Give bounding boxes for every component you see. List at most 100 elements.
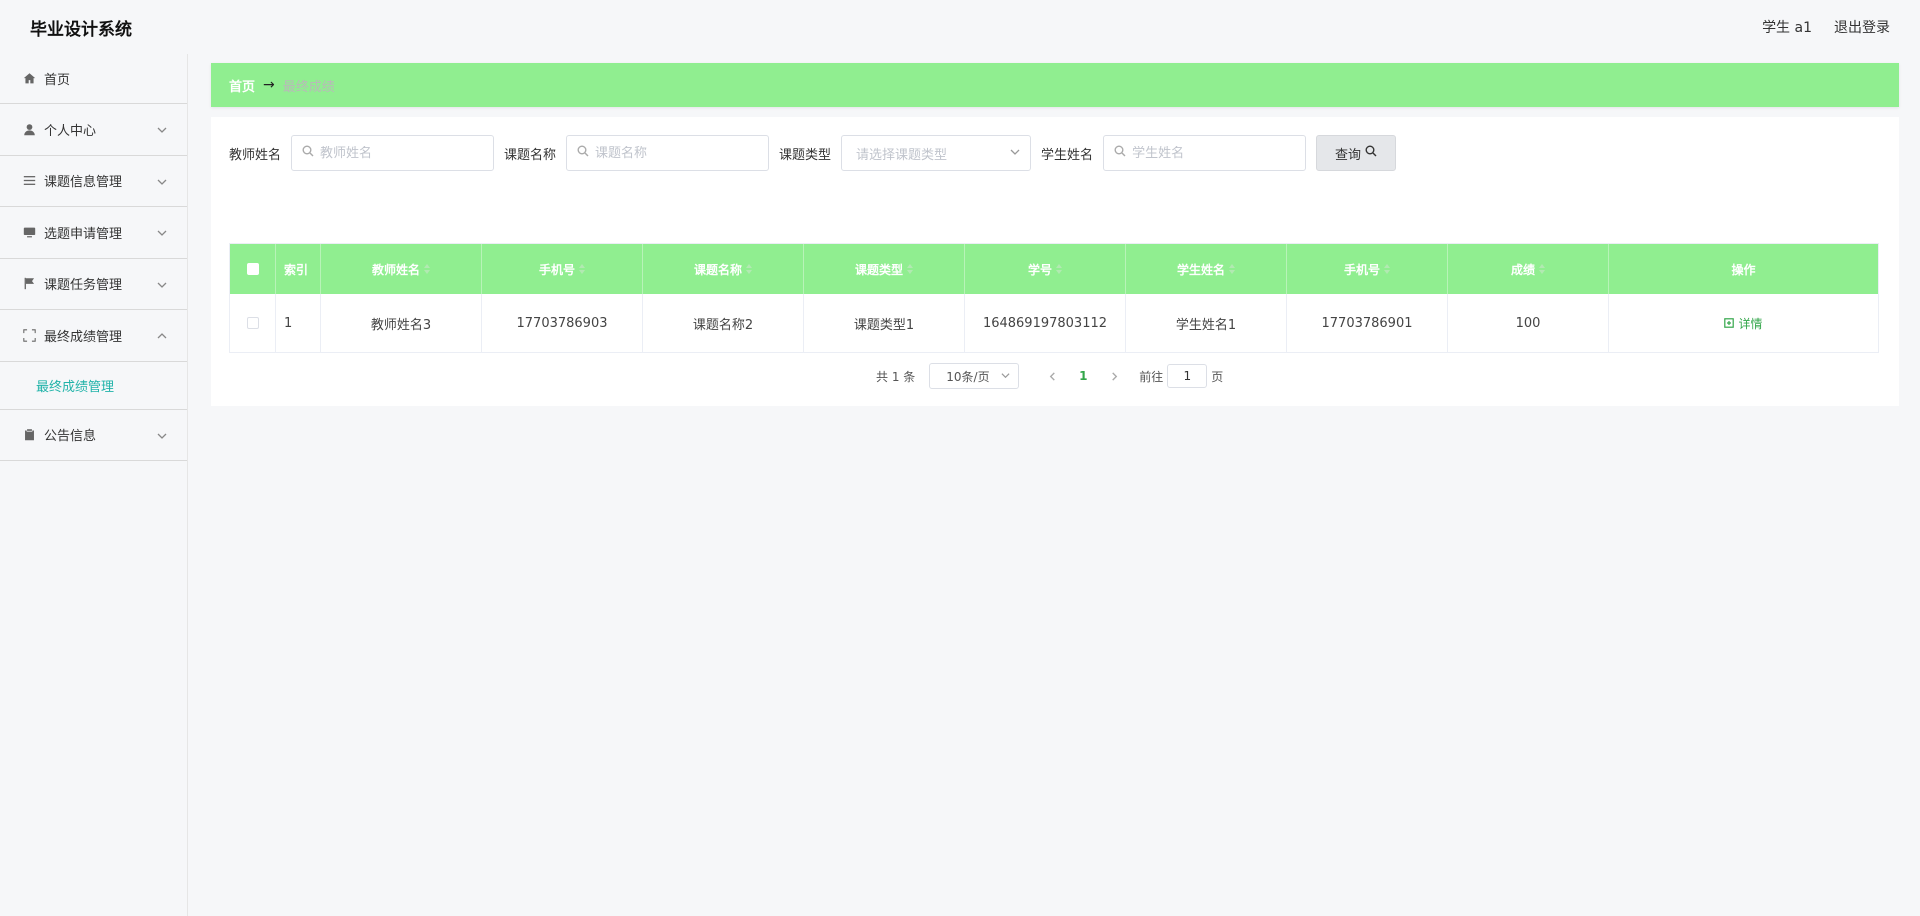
topic-name-field[interactable] bbox=[566, 135, 770, 171]
header-label: 手机号 bbox=[1343, 262, 1380, 277]
student-name-input[interactable] bbox=[1132, 145, 1293, 161]
header-index: 索引 bbox=[276, 244, 321, 294]
chevron-down-icon bbox=[157, 176, 167, 186]
breadcrumb: 首页 → 最终成绩 bbox=[211, 63, 1899, 107]
page-size-select[interactable]: 10条/页 bbox=[929, 363, 1020, 389]
header-topic-type[interactable]: 课题类型 bbox=[804, 244, 965, 294]
list-icon bbox=[22, 174, 36, 188]
header-teacher-name[interactable]: 教师姓名 bbox=[321, 244, 482, 294]
header-score[interactable]: 成绩 bbox=[1448, 244, 1609, 294]
header-label: 操作 bbox=[1731, 262, 1756, 277]
header-actions: 学生 a1 退出登录 bbox=[1762, 17, 1890, 37]
sidebar-item-label: 最终成绩管理 bbox=[44, 329, 123, 345]
table-row: 1 教师姓名3 17703786903 课题名称2 课题类型1 16486919… bbox=[230, 294, 1878, 352]
cell-teacher-name: 教师姓名3 bbox=[321, 294, 482, 352]
sidebar-item-personal-center[interactable]: 个人中心 bbox=[0, 104, 187, 156]
sort-icon[interactable] bbox=[746, 264, 752, 274]
header-teacher-phone[interactable]: 手机号 bbox=[482, 244, 643, 294]
sort-icon[interactable] bbox=[1384, 264, 1390, 274]
sidebar-item-topic-application[interactable]: 选题申请管理 bbox=[0, 207, 187, 259]
app-title: 毕业设计系统 bbox=[30, 19, 132, 40]
student-name-field[interactable] bbox=[1103, 135, 1307, 171]
current-user[interactable]: 学生 a1 bbox=[1762, 17, 1812, 37]
sidebar-item-label: 个人中心 bbox=[44, 123, 97, 139]
teacher-name-input[interactable] bbox=[320, 145, 481, 161]
chevron-down-icon bbox=[1001, 369, 1010, 383]
header-label: 教师姓名 bbox=[371, 262, 420, 277]
topic-type-select[interactable]: 请选择课题类型 bbox=[841, 135, 1032, 171]
detail-button[interactable]: 详情 bbox=[1724, 315, 1763, 332]
sort-icon[interactable] bbox=[1539, 264, 1545, 274]
sidebar-item-label: 首页 bbox=[44, 73, 71, 88]
search-form: 教师姓名 课题名称 课题类型 请选择课题类型 学生姓名 查询 bbox=[229, 135, 1397, 171]
next-page-button[interactable] bbox=[1099, 371, 1129, 381]
topic-name-label: 课题名称 bbox=[504, 147, 557, 163]
goto-label: 前往 bbox=[1139, 369, 1164, 384]
sidebar-item-announcements[interactable]: 公告信息 bbox=[0, 410, 187, 461]
page-jump-input[interactable] bbox=[1167, 364, 1208, 388]
topic-name-input[interactable] bbox=[595, 145, 756, 161]
chevron-down-icon bbox=[157, 430, 167, 440]
teacher-name-label: 教师姓名 bbox=[229, 147, 282, 163]
sidebar-item-label: 课题信息管理 bbox=[44, 175, 123, 191]
header-label: 学生姓名 bbox=[1176, 262, 1225, 277]
table-body: 1 教师姓名3 17703786903 课题名称2 课题类型1 16486919… bbox=[230, 294, 1878, 352]
page-size-value: 10条/页 bbox=[946, 369, 990, 384]
header-label: 学号 bbox=[1027, 262, 1052, 277]
header-student-id[interactable]: 学号 bbox=[965, 244, 1126, 294]
header-label: 成绩 bbox=[1510, 262, 1535, 277]
flag-icon bbox=[22, 277, 36, 291]
table-header: 索引 教师姓名 手机号 课题名称 课题类型 学号 学生姓名 手机号 成绩 操作 bbox=[230, 244, 1878, 294]
pagination-total: 共 1 条 bbox=[876, 369, 916, 384]
chevron-down-icon bbox=[157, 227, 167, 237]
prev-page-button[interactable] bbox=[1037, 371, 1067, 381]
header-student-name[interactable]: 学生姓名 bbox=[1126, 244, 1287, 294]
header-label: 课题类型 bbox=[854, 262, 903, 277]
header-label: 课题名称 bbox=[693, 262, 742, 277]
sidebar-item-home[interactable]: 首页 bbox=[0, 54, 187, 104]
search-icon bbox=[1114, 145, 1126, 161]
cell-index: 1 bbox=[276, 294, 321, 352]
select-all-checkbox[interactable] bbox=[246, 263, 259, 275]
clipboard-icon bbox=[22, 428, 36, 442]
submenu-final-score-management[interactable]: 最终成绩管理 bbox=[0, 362, 187, 410]
content-panel: 教师姓名 课题名称 课题类型 请选择课题类型 学生姓名 查询 索引 教 bbox=[211, 117, 1899, 406]
sidebar-item-topic-task[interactable]: 课题任务管理 bbox=[0, 259, 187, 310]
cell-topic-name: 课题名称2 bbox=[643, 294, 804, 352]
score-table: 索引 教师姓名 手机号 课题名称 课题类型 学号 学生姓名 手机号 成绩 操作 … bbox=[229, 243, 1879, 353]
header-student-phone[interactable]: 手机号 bbox=[1287, 244, 1448, 294]
sidebar-item-final-score[interactable]: 最终成绩管理 bbox=[0, 310, 187, 362]
teacher-name-field[interactable] bbox=[291, 135, 495, 171]
sort-icon[interactable] bbox=[1229, 264, 1235, 274]
breadcrumb-arrow-icon: → bbox=[263, 77, 275, 93]
logout-button[interactable]: 退出登录 bbox=[1834, 17, 1890, 37]
cell-teacher-phone: 17703786903 bbox=[482, 294, 643, 352]
top-header: 毕业设计系统 学生 a1 退出登录 bbox=[0, 0, 1920, 54]
home-icon bbox=[22, 72, 36, 86]
pagination: 共 1 条 10条/页 1 前往 页 bbox=[876, 363, 1223, 389]
query-button[interactable]: 查询 bbox=[1316, 135, 1397, 171]
monitor-icon bbox=[22, 225, 36, 239]
sort-icon[interactable] bbox=[424, 264, 430, 274]
breadcrumb-current: 最终成绩 bbox=[282, 79, 335, 95]
header-topic-name[interactable]: 课题名称 bbox=[643, 244, 804, 294]
search-icon bbox=[302, 145, 314, 161]
row-checkbox[interactable] bbox=[246, 317, 259, 329]
sort-icon[interactable] bbox=[907, 264, 913, 274]
sidebar-item-topic-info[interactable]: 课题信息管理 bbox=[0, 156, 187, 207]
user-icon bbox=[22, 122, 36, 136]
breadcrumb-home[interactable]: 首页 bbox=[229, 76, 255, 95]
sort-icon[interactable] bbox=[579, 264, 585, 274]
search-icon bbox=[1361, 145, 1377, 161]
cell-score: 100 bbox=[1448, 294, 1609, 352]
chevron-left-icon bbox=[1049, 371, 1055, 381]
search-icon bbox=[577, 145, 589, 161]
detail-label: 详情 bbox=[1738, 316, 1763, 331]
header-actions: 操作 bbox=[1609, 244, 1878, 294]
student-name-label: 学生姓名 bbox=[1041, 147, 1094, 163]
sort-icon[interactable] bbox=[1056, 264, 1062, 274]
header-label: 索引 bbox=[284, 262, 309, 277]
page-number-current[interactable]: 1 bbox=[1067, 369, 1099, 383]
chevron-right-icon bbox=[1111, 371, 1118, 381]
chevron-down-icon bbox=[1010, 146, 1020, 161]
